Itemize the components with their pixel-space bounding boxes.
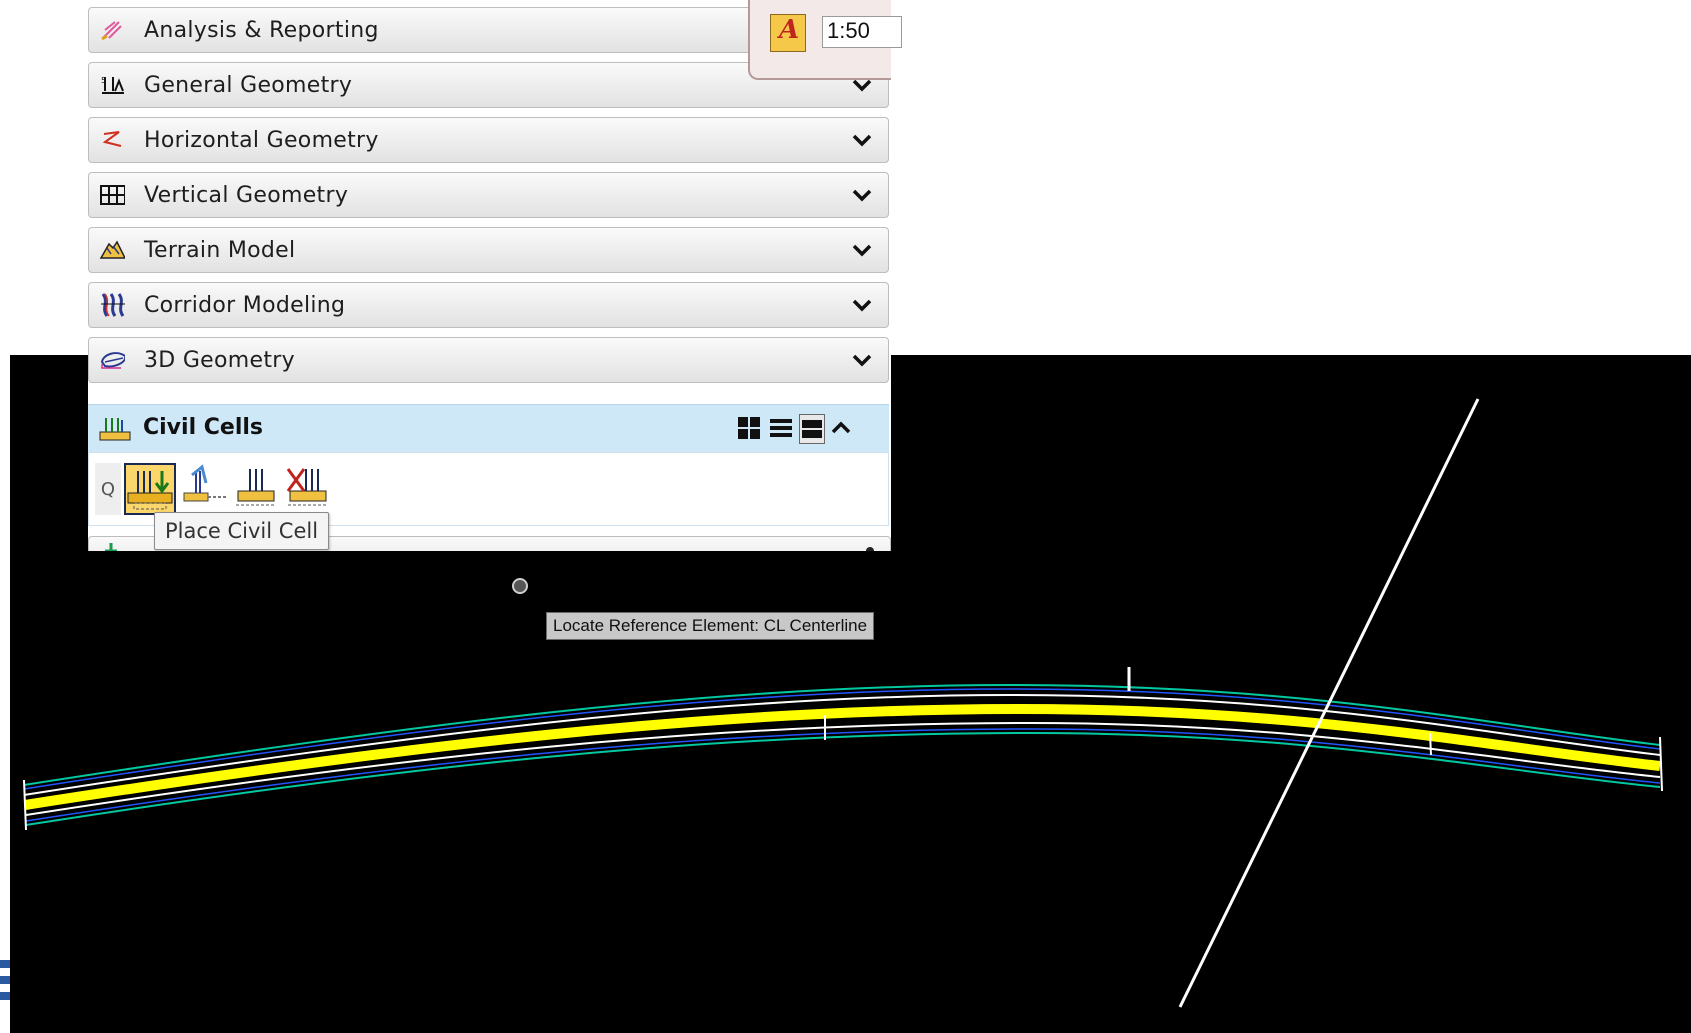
chevron-down-icon[interactable]	[850, 183, 874, 207]
group-label: Horizontal Geometry	[144, 128, 379, 153]
chevron-up-icon[interactable]	[829, 415, 853, 441]
group-label: Civil Cells	[143, 415, 264, 440]
group-3d-geometry[interactable]: 3D Geometry	[88, 337, 889, 383]
group-label: 3D Geometry	[144, 348, 295, 373]
chevron-down-icon[interactable]	[850, 128, 874, 152]
edit-civil-cell-icon	[236, 469, 276, 506]
vertical-geometry-icon	[99, 184, 125, 206]
group-civil-cells[interactable]: Civil Cells	[88, 404, 889, 452]
horizontal-geometry-icon	[99, 129, 125, 151]
analysis-reporting-icon	[99, 19, 125, 41]
survey-icon	[105, 543, 117, 551]
civil-cells-icon	[98, 416, 131, 441]
create-civil-cell-icon	[183, 464, 226, 502]
pin-icon	[866, 547, 874, 551]
group-label: Corridor Modeling	[144, 293, 346, 318]
group-label: Vertical Geometry	[144, 183, 349, 208]
3d-geometry-icon	[99, 349, 125, 371]
chevron-down-icon[interactable]	[850, 293, 874, 317]
detail-view-icon[interactable]	[799, 414, 825, 444]
chevron-down-icon[interactable]	[850, 348, 874, 372]
tool-panel: Analysis & Reporting 5 General Geometry …	[88, 6, 891, 551]
end-tick	[1659, 736, 1663, 792]
station-tick-3	[1429, 732, 1432, 756]
delete-civil-cell-button[interactable]	[284, 463, 336, 515]
group-horizontal-geometry[interactable]: Horizontal Geometry	[88, 117, 889, 163]
group-label: Analysis & Reporting	[144, 18, 379, 43]
grid-view-icon[interactable]	[737, 415, 761, 441]
group-label: General Geometry	[144, 73, 353, 98]
group-vertical-geometry[interactable]: Vertical Geometry	[88, 172, 889, 218]
edge-fragment-icon	[0, 960, 10, 1000]
search-tab[interactable]: Q	[95, 463, 121, 515]
corridor-modeling-icon	[99, 293, 125, 317]
group-terrain-model[interactable]: Terrain Model	[88, 227, 889, 273]
locate-prompt: Locate Reference Element: CL Centerline	[546, 612, 875, 640]
create-civil-cell-button[interactable]	[180, 463, 232, 515]
terrain-model-icon	[99, 239, 125, 261]
cursor-icon	[512, 578, 528, 594]
delete-civil-cell-icon	[286, 468, 328, 506]
scale-field[interactable]: 1:50	[822, 16, 902, 48]
group-corridor-modeling[interactable]: Corridor Modeling	[88, 282, 889, 328]
place-civil-cell-icon	[127, 471, 173, 510]
chevron-down-icon[interactable]	[850, 238, 874, 262]
tooltip: Place Civil Cell	[154, 512, 330, 550]
group-label: Terrain Model	[144, 238, 296, 263]
list-view-icon[interactable]	[769, 415, 793, 441]
edit-civil-cell-button[interactable]	[232, 463, 284, 515]
general-geometry-icon: 5	[99, 74, 125, 96]
annotation-scale-icon[interactable]: A	[770, 14, 806, 52]
svg-text:5: 5	[101, 76, 106, 85]
road-blue-bottom	[25, 728, 1661, 822]
place-civil-cell-button[interactable]	[124, 463, 176, 515]
start-tick	[23, 779, 27, 831]
annotation-scale-toolbar: A 1:50	[748, 0, 902, 80]
